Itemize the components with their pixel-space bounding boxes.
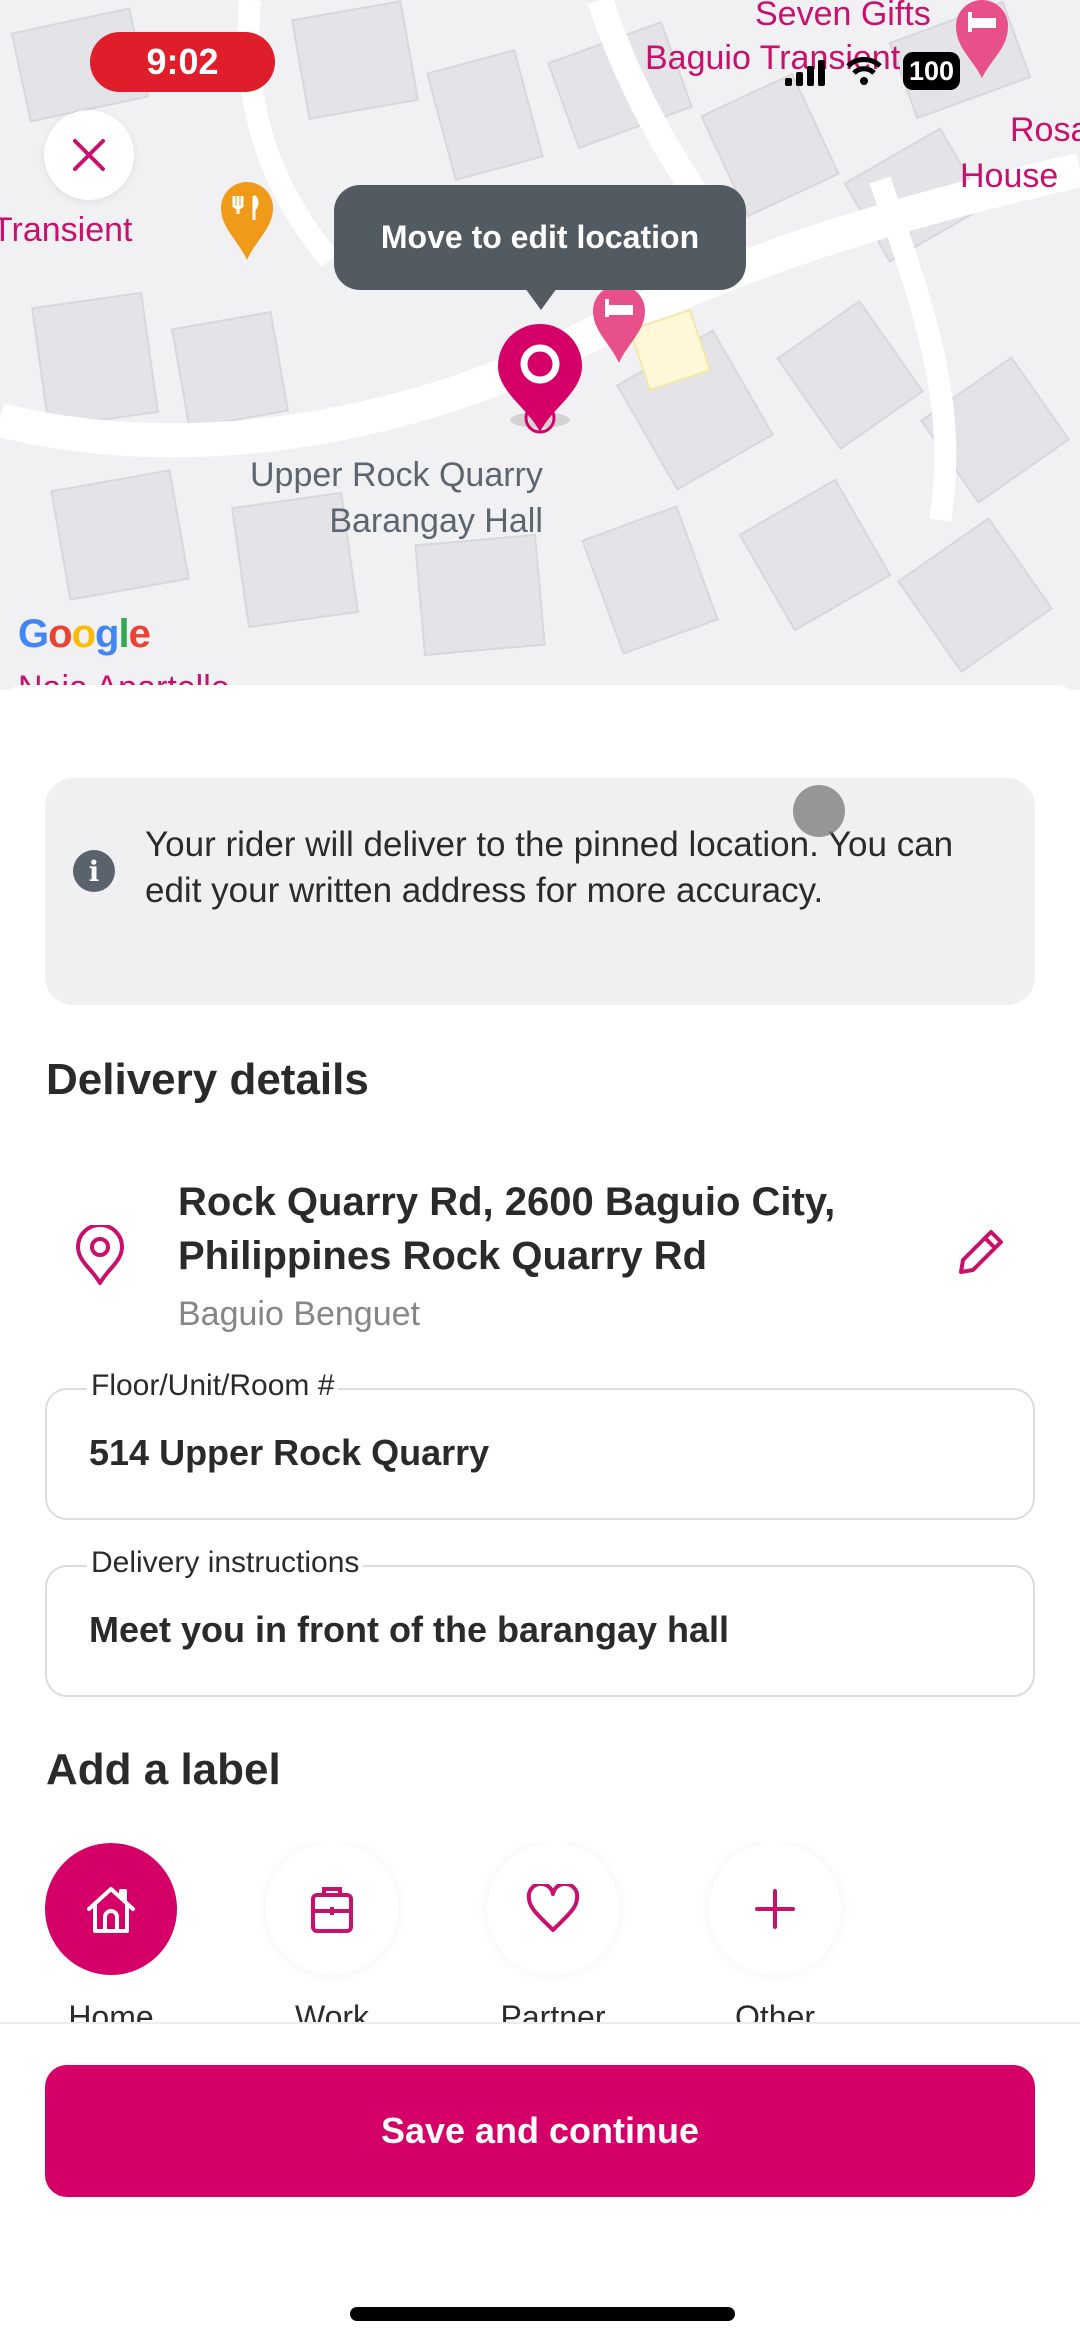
poi-label: Transient [0,211,133,249]
floor-unit-field[interactable]: Floor/Unit/Room # [45,1368,1035,1520]
delivery-instructions-label: Delivery instructions [87,1545,364,1581]
floor-unit-label: Floor/Unit/Room # [87,1368,339,1404]
label-circle[interactable] [266,1843,398,1975]
bottom-action-bar: Save and continue [0,2024,1080,2336]
wifi-icon [846,57,882,85]
location-pin-icon[interactable] [494,320,586,445]
add-label-title: Add a label [46,1745,281,1794]
label-text: Home [68,1999,154,2023]
home-indicator[interactable] [350,2307,735,2321]
close-icon [73,139,105,171]
label-circle[interactable] [709,1843,841,1975]
delivery-sheet: i Your rider will deliver to the pinned … [0,685,1080,2336]
edit-address-button[interactable] [950,1223,1010,1283]
hotel-marker-icon[interactable] [952,0,1012,85]
move-location-tooltip: Move to edit location [334,185,746,290]
map-view[interactable]: Seven Gifts Baguio Transient... Rosa Hou… [0,0,1080,690]
battery-indicator: 100 [903,52,961,90]
cellular-signal-icon [785,56,825,86]
pencil-icon [959,1230,1003,1274]
poi-label: Seven Gifts [755,0,931,33]
home-icon [87,1887,135,1933]
info-text: Your rider will deliver to the pinned lo… [145,825,954,910]
delivery-details-title: Delivery details [46,1055,369,1104]
status-time: 9:02 [90,32,275,92]
touch-indicator [793,785,845,837]
label-text: Work [294,1999,370,2023]
label-text: Partner [500,1999,606,2023]
floor-unit-input[interactable] [89,1432,989,1474]
address-row[interactable]: Rock Quarry Rd, 2600 Baguio City, Philip… [0,1175,1080,1350]
google-logo: Google [18,612,151,656]
status-icons: 100 [785,52,961,90]
delivery-instructions-input[interactable] [89,1609,989,1651]
close-button[interactable] [44,110,134,200]
address-sub: Baguio Benguet [178,1295,420,1333]
label-option-other[interactable]: Other [685,1843,865,2023]
place-label-line: Upper Rock Quarry [250,456,543,494]
hotel-marker-icon[interactable] [590,285,648,370]
info-banner: i Your rider will deliver to the pinned … [45,778,1035,1005]
label-options: Home Work Partner Other [0,1843,1080,2023]
restaurant-marker-icon[interactable] [218,180,276,267]
save-and-continue-button[interactable]: Save and continue [45,2065,1035,2197]
screen: Seven Gifts Baguio Transient... Rosa Hou… [0,0,1080,2336]
label-option-partner[interactable]: Partner [463,1843,643,2023]
place-label-line: Barangay Hall [329,502,543,540]
tooltip-arrow [525,288,557,310]
plus-icon [755,1889,795,1929]
briefcase-icon [311,1887,353,1933]
place-label: Upper Rock Quarry Barangay Hall [250,452,543,544]
map-pin-icon [74,1223,126,1292]
label-option-home[interactable]: Home [21,1843,201,2023]
heart-icon [526,1884,580,1932]
label-circle[interactable] [45,1843,177,1975]
info-icon: i [73,850,115,892]
address-main: Rock Quarry Rd, 2600 Baguio City, Philip… [178,1180,836,1278]
label-circle[interactable] [487,1843,619,1975]
poi-label: House [960,157,1059,195]
label-option-work[interactable]: Work [242,1843,422,2023]
label-text: Other [734,1999,816,2023]
poi-label: Rosa [1010,111,1080,149]
delivery-instructions-field[interactable]: Delivery instructions [45,1545,1035,1697]
